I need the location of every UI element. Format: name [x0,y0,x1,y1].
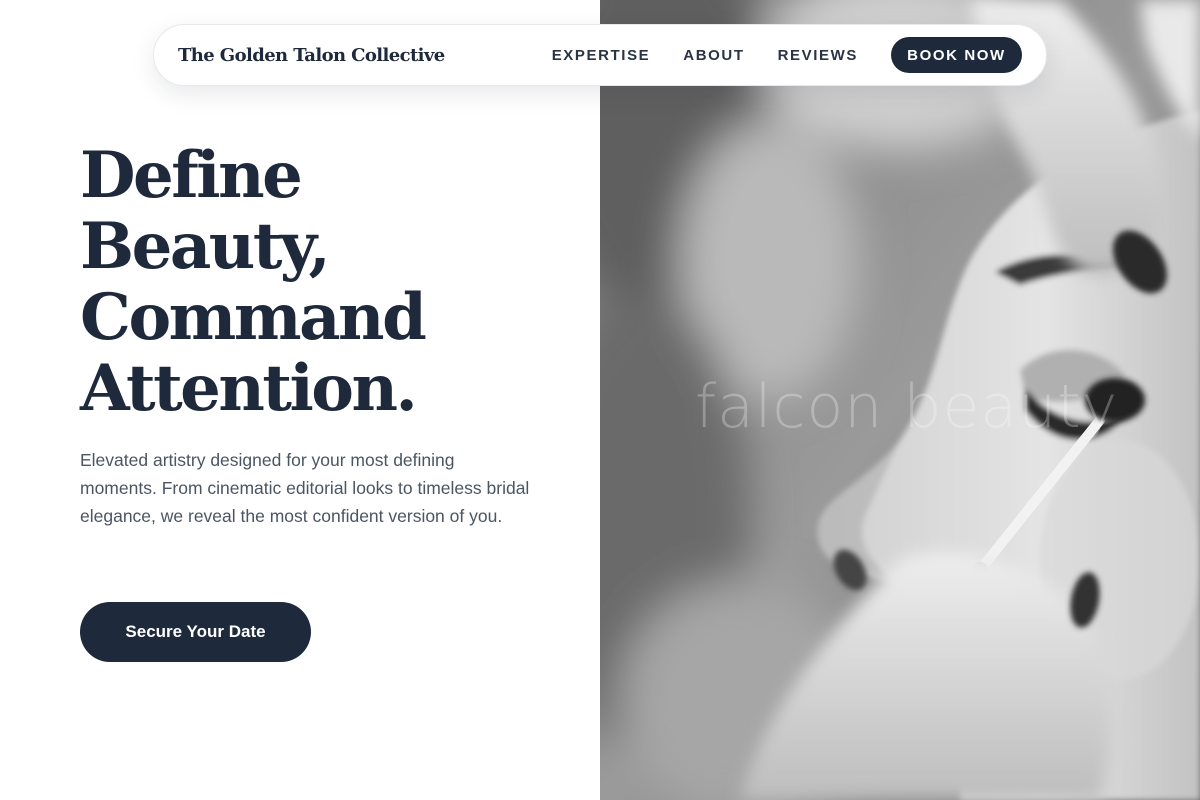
hero-title-line: Command [80,280,427,355]
book-now-button[interactable]: BOOK NOW [891,37,1022,73]
secure-date-button[interactable]: Secure Your Date [80,602,311,662]
page: falcon beauty The Golden Talon Collectiv… [0,0,1200,800]
hero-title-line: Beauty, [80,209,331,284]
hero-description: Elevated artistry designed for your most… [80,450,530,526]
hero-title-line: Attention. [80,351,418,426]
nav-links: EXPERTISE ABOUT REVIEWS BOOK NOW [552,37,1022,73]
nav-link-about[interactable]: ABOUT [683,47,744,64]
nav-link-reviews[interactable]: REVIEWS [778,47,858,64]
navbar: The Golden Talon Collective EXPERTISE AB… [153,24,1047,86]
nav-link-expertise[interactable]: EXPERTISE [552,47,651,64]
hero-title-line: Define [80,138,303,213]
hero-title: Define Beauty, Command Attention. [80,140,560,424]
hero-photo: falcon beauty [600,0,1200,800]
brand-logo[interactable]: The Golden Talon Collective [178,45,445,66]
hero-section: Define Beauty, Command Attention. Elevat… [80,140,560,662]
watermark-text: falcon beauty [695,372,1119,442]
